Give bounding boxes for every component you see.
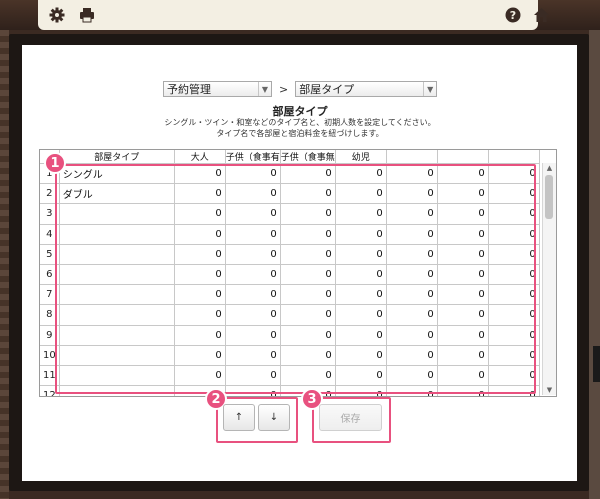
home-icon[interactable] [532,6,550,24]
column-header[interactable]: 子供（食事無 [280,150,336,164]
breadcrumb-separator: > [279,82,289,96]
page-description-line1: シングル・ツイン・和室などのタイプ名と、初期人数を設定してください。 [164,118,436,127]
page-select-value: 部屋タイプ [299,83,355,96]
page-select[interactable]: 部屋タイプ ▼ [295,81,438,97]
column-header[interactable]: 大人 [174,150,226,164]
column-header[interactable]: 幼児 [335,150,387,164]
svg-text:?: ? [510,9,516,22]
left-strip [0,30,9,499]
printer-icon[interactable] [78,6,96,24]
badge-1: 1 [44,152,66,174]
top-toolbar: ? [0,0,600,30]
save-button[interactable]: 保存 [319,404,382,431]
column-header[interactable]: 子供（食事有 [225,150,281,164]
grid-scrollbar[interactable]: ▲ ▼ [542,163,556,395]
move-down-button[interactable]: ↓ [258,404,290,431]
section-select[interactable]: 予約管理 ▼ [163,81,272,97]
scroll-down-icon[interactable]: ▼ [543,385,556,395]
breadcrumb: 予約管理 ▼ > 部屋タイプ ▼ [163,80,438,98]
scroll-thumb[interactable] [545,175,553,219]
column-header[interactable] [488,150,540,164]
right-edge [589,30,600,499]
column-header[interactable] [437,150,489,164]
page-description-line2: タイプ名で各部屋と宿泊料金を紐づけします。 [216,129,384,138]
gear-icon[interactable] [48,6,66,24]
column-header[interactable]: 部屋タイプ [59,150,175,164]
grid-header-row: 部屋タイプ 大人 子供（食事有 子供（食事無 幼児 [40,150,540,164]
chevron-down-icon: ▼ [258,82,271,96]
chevron-down-icon: ▼ [423,82,436,96]
toolbar-panel [38,0,538,30]
section-select-value: 予約管理 [167,83,211,96]
column-header[interactable] [386,150,438,164]
help-icon[interactable]: ? [504,6,522,24]
highlight-grid [55,164,536,394]
scroll-up-icon[interactable]: ▲ [543,163,556,173]
move-up-button[interactable]: ↑ [223,404,255,431]
